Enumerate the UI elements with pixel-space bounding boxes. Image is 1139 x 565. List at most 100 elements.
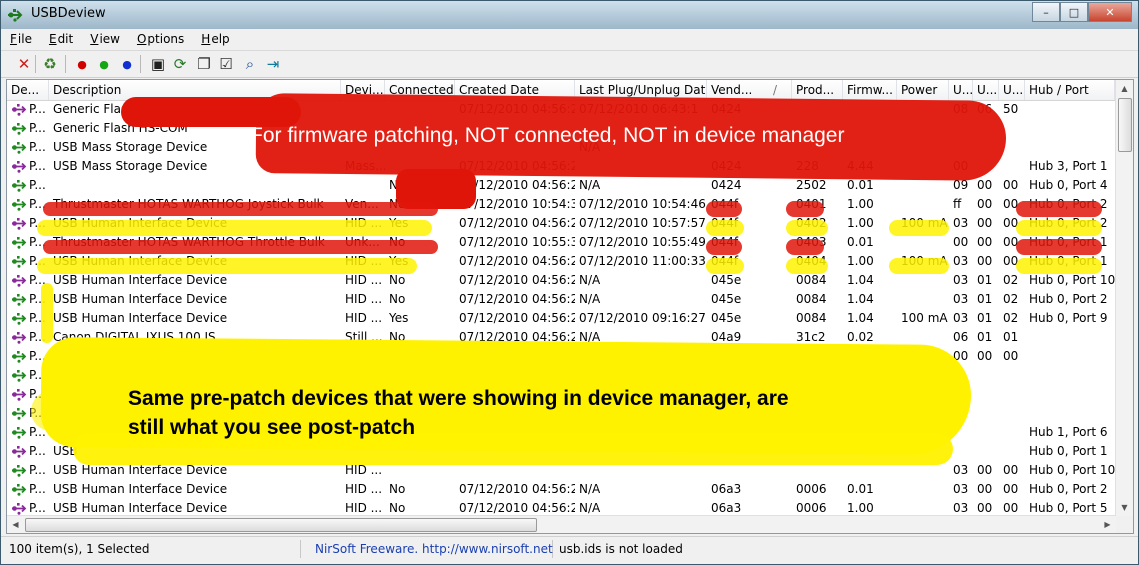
cell-usb-protocol: [999, 119, 1025, 138]
cell-vendor-id: [707, 138, 792, 157]
table-row[interactable]: P... Generic Flash HS-COM: [7, 119, 1116, 138]
cell-usb-class: 03: [953, 482, 969, 496]
blue-dot-icon[interactable]: ●: [118, 55, 136, 73]
cell-device-type: P...: [29, 216, 46, 230]
column-header-created-date[interactable]: Created Date: [455, 80, 575, 100]
table-row[interactable]: P... Canon DIGITAL IXUS 100 IS Still ... No…: [7, 328, 1116, 347]
cell-connected: [385, 119, 455, 138]
menu-accelerator: F: [10, 32, 17, 46]
cell-firmware: [843, 100, 897, 119]
menu-item[interactable]: Options: [136, 32, 186, 46]
table-row[interactable]: P... USB Human Interface Device HID ... No 0…: [7, 271, 1116, 290]
column-header-usb-subclass[interactable]: U...: [973, 80, 999, 100]
scroll-up-icon[interactable]: ▲: [1116, 80, 1133, 97]
green-dot-icon[interactable]: ●: [95, 55, 113, 73]
table-row[interactable]: P... USB 05ef Hub 1, Port 6: [7, 423, 1116, 442]
minimize-button[interactable]: –: [1032, 2, 1060, 22]
table-row[interactable]: P... USB Human Interface Device HID ... No 0…: [7, 480, 1116, 499]
scroll-right-icon[interactable]: ▶: [1099, 516, 1116, 533]
cell-usb-class: 00: [953, 235, 969, 249]
cell-usb-protocol: 00: [1003, 178, 1019, 192]
menu-item[interactable]: File: [9, 32, 34, 46]
cell-connected: [385, 157, 455, 176]
cell-usb-class: ff: [953, 197, 962, 211]
device-list[interactable]: De... Description Devi... Connected Created …: [6, 79, 1134, 534]
horizontal-scroll-thumb[interactable]: [25, 518, 537, 532]
cell-vendor-id: 044f: [711, 216, 739, 230]
table-row[interactable]: P... USB Mass Storage Device Mass... 07/12/…: [7, 157, 1116, 176]
sort-indicator-icon: /: [772, 83, 777, 97]
table-row[interactable]: P... Generic Flash HS-SM USB 07/12/2010 04…: [7, 100, 1116, 119]
cell-device-class: [341, 347, 385, 366]
cell-firmware: [843, 138, 897, 157]
column-header-power[interactable]: Power: [897, 80, 949, 100]
find-icon[interactable]: ⌕: [241, 55, 259, 73]
column-header-last-plug-date[interactable]: Last Plug/Unplug Date: [575, 80, 707, 100]
menu-label: ptions: [147, 32, 185, 46]
table-row[interactable]: P... No 07/12/2010 04:56:2... N/A 0424 2502 0.…: [7, 176, 1116, 195]
column-header-device-type[interactable]: De...: [7, 80, 49, 100]
table-row[interactable]: P... USB Human Interface Device HID ... Yes…: [7, 214, 1116, 233]
table-row[interactable]: P... USB Human Interface Device HID ... No 0…: [7, 290, 1116, 309]
table-row[interactable]: P... USB Human Interface Device HID ... Yes…: [7, 252, 1116, 271]
column-header-device-class[interactable]: Devi...: [341, 80, 385, 100]
cell-last-plug-date: 07/12/2010 10:57:57 PM: [579, 216, 707, 230]
table-row[interactable]: P... USB Hub 0, Port 1: [7, 442, 1116, 461]
usb-device-icon: [12, 370, 27, 382]
column-header-label: U...: [953, 83, 973, 97]
column-header-product-id[interactable]: Prod...: [792, 80, 843, 100]
cell-usb-subclass: 01: [977, 273, 993, 287]
cell-product-id: [792, 385, 843, 404]
refresh-icon[interactable]: ⟳: [171, 55, 189, 73]
vertical-scroll-thumb[interactable]: [1118, 98, 1132, 152]
status-nirsoft-link[interactable]: NirSoft Freeware. http://www.nirsoft.net: [301, 540, 553, 558]
cell-vendor-id: 044f: [711, 254, 739, 268]
table-row[interactable]: P... Apple i: [7, 385, 1116, 404]
copy-icon[interactable]: ❐: [195, 55, 213, 73]
uninstall-icon[interactable]: ♻: [41, 55, 59, 73]
table-row[interactable]: P... Thrustmaster HOTAS WARTHOG Throttle …: [7, 233, 1116, 252]
exit-icon[interactable]: ⇥: [264, 55, 282, 73]
table-row[interactable]: P...: [7, 366, 1116, 385]
properties-icon[interactable]: ☑: [217, 55, 235, 73]
column-header-connected[interactable]: Connected: [385, 80, 455, 100]
table-row[interactable]: P... US: [7, 404, 1116, 423]
cell-last-plug-date: [575, 404, 707, 423]
table-row[interactable]: P... BLUETOOTH USB+EDR ADAPTER CLASS N/A 05…: [7, 347, 1116, 366]
column-header-hub-port[interactable]: Hub / Port: [1025, 80, 1115, 100]
table-row[interactable]: P... USB Mass Storage Device N/A: [7, 138, 1116, 157]
cell-device-type: P...: [29, 254, 46, 268]
cell-product-id: [792, 366, 843, 385]
cell-usb-class: [949, 442, 973, 461]
maximize-button[interactable]: □: [1060, 2, 1088, 22]
red-dot-icon[interactable]: ●: [73, 55, 91, 73]
menu-item[interactable]: Help: [200, 32, 231, 46]
save-icon[interactable]: ▣: [149, 55, 167, 73]
delete-icon[interactable]: ✕: [15, 55, 33, 73]
horizontal-scrollbar[interactable]: ◀ ▶: [7, 515, 1116, 533]
cell-device-class: [341, 442, 385, 461]
close-button[interactable]: ✕: [1088, 2, 1132, 22]
column-header-description[interactable]: Description: [49, 80, 341, 100]
menu-item[interactable]: View: [89, 32, 122, 46]
cell-created-date: [455, 347, 575, 366]
column-header-usb-class[interactable]: U...: [949, 80, 973, 100]
table-row[interactable]: P... USB Human Interface Device HID ... Yes…: [7, 309, 1116, 328]
cell-usb-protocol: [999, 442, 1025, 461]
cell-usb-protocol: 02: [1003, 292, 1019, 306]
column-header-firmware[interactable]: Firmw...: [843, 80, 897, 100]
menu-item[interactable]: Edit: [48, 32, 75, 46]
cell-device-class: [341, 119, 385, 138]
cell-last-plug-date: [575, 157, 707, 176]
column-header-vendor-id[interactable]: Vend... /: [707, 80, 792, 100]
scroll-left-icon[interactable]: ◀: [7, 516, 24, 533]
cell-product-id: 0084: [796, 292, 827, 306]
cell-connected: Yes: [389, 254, 409, 268]
table-row[interactable]: P... Thrustmaster HOTAS WARTHOG Joystick …: [7, 195, 1116, 214]
table-row[interactable]: P... USB Human Interface Device HID ... 03 0…: [7, 461, 1116, 480]
cell-usb-class: 03: [953, 463, 969, 477]
column-header-usb-protocol[interactable]: U...: [999, 80, 1025, 100]
cell-connected: [385, 366, 455, 385]
scroll-down-icon[interactable]: ▼: [1116, 499, 1133, 516]
vertical-scrollbar[interactable]: ▲ ▼: [1115, 80, 1133, 516]
